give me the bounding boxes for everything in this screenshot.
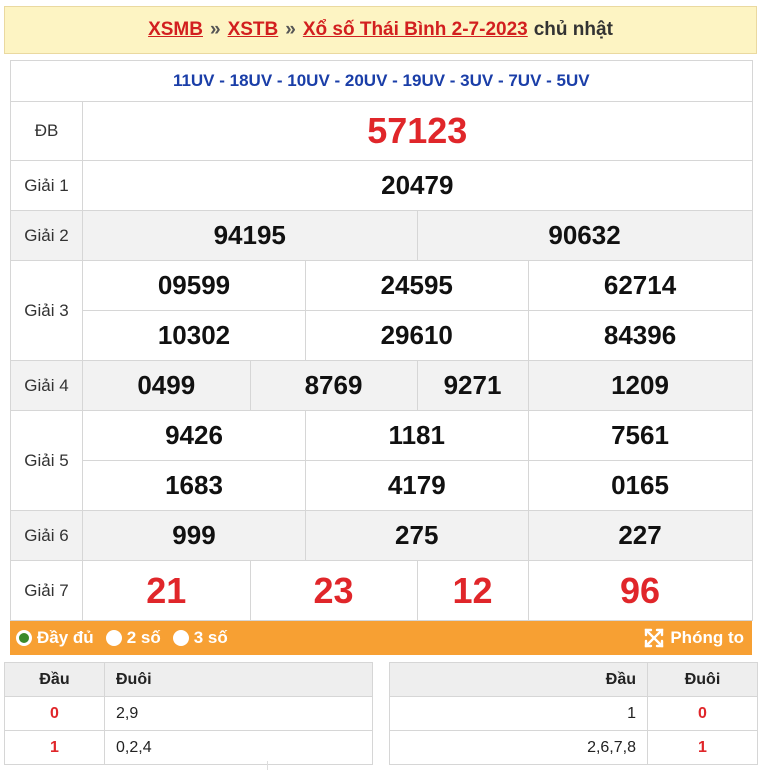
prize-number: 23	[249, 560, 418, 621]
column-header-dau: Đầu	[389, 662, 648, 697]
prize-number: 10302	[82, 310, 306, 361]
loto-head-table: Đầu Đuôi 0 2,9 1 0,2,4	[4, 662, 373, 765]
prize-label-db: ĐB	[10, 101, 83, 161]
radio-selected-icon[interactable]	[16, 630, 32, 646]
prize-label-g6: Giải 6	[10, 510, 83, 561]
prize-label-g5: Giải 5	[10, 410, 83, 511]
page-title-link[interactable]: Xổ số Thái Bình 2-7-2023	[303, 19, 528, 41]
prize-label-g2: Giải 2	[10, 210, 83, 261]
loto-dau-value: 1	[4, 730, 105, 765]
prize-label-g4: Giải 4	[10, 360, 83, 411]
breadcrumb-separator: »	[209, 19, 221, 40]
special-prize-number: 57123	[82, 101, 753, 161]
loto-dau-value: 2,6,7,8	[389, 730, 648, 765]
prize-label-g1: Giải 1	[10, 160, 83, 211]
prize-number: 9426	[82, 410, 306, 461]
prize-number: 999	[82, 510, 306, 561]
radio-icon[interactable]	[172, 630, 189, 646]
prize-number: 1181	[305, 410, 529, 461]
prize-number: 1209	[527, 360, 753, 411]
column-header-duoi: Đuôi	[647, 662, 758, 697]
zoom-label: Phóng to	[670, 628, 744, 647]
prize-label-g7: Giải 7	[10, 560, 83, 621]
divider	[267, 761, 268, 770]
expand-icon	[645, 628, 664, 648]
page-header: XSMB » XSTB » Xổ số Thái Bình 2-7-2023 c…	[4, 6, 757, 54]
prize-number: 0499	[82, 360, 251, 411]
prize-number: 20479	[82, 160, 753, 211]
loto-duoi-value: 2,9	[104, 696, 373, 731]
prize-number: 94195	[82, 210, 418, 261]
result-table: 11UV - 18UV - 10UV - 20UV - 19UV - 3UV -…	[10, 60, 753, 621]
prize-number: 29610	[305, 310, 529, 361]
display-options-bar: Đầy đủ 2 số 3 số Phóng to	[10, 621, 752, 655]
prize-codes: 11UV - 18UV - 10UV - 20UV - 19UV - 3UV -…	[10, 60, 753, 102]
breadcrumb-separator: »	[285, 19, 296, 40]
prize-number: 4179	[305, 460, 529, 511]
prize-number: 62714	[527, 260, 753, 311]
option-full-label: Đầy đủ	[37, 628, 94, 647]
column-header-duoi: Đuôi	[104, 662, 373, 697]
option-full[interactable]: Đầy đủ	[16, 628, 94, 648]
prize-number: 09599	[82, 260, 306, 311]
prize-number: 7561	[527, 410, 753, 461]
prize-number: 227	[527, 510, 753, 561]
loto-duoi-value: 0	[647, 696, 758, 731]
prize-number: 90632	[416, 210, 753, 261]
option-two-label: 2 số	[126, 628, 161, 647]
day-of-week: chủ nhật	[533, 19, 613, 40]
prize-number: 8769	[249, 360, 418, 411]
prize-number: 21	[82, 560, 251, 621]
radio-icon[interactable]	[105, 630, 122, 646]
prize-number: 24595	[305, 260, 529, 311]
prize-number: 0165	[527, 460, 753, 511]
prize-label-g3: Giải 3	[10, 260, 83, 361]
loto-tail-table: Đầu Đuôi 1 0 2,6,7,8 1	[389, 662, 758, 765]
breadcrumb-xstb-link[interactable]: XSTB	[228, 19, 279, 41]
prize-number: 9271	[416, 360, 529, 411]
option-three-digits[interactable]: 3 số	[172, 628, 228, 648]
loto-dau-value: 1	[389, 696, 648, 731]
loto-duoi-value: 1	[647, 730, 758, 765]
option-two-digits[interactable]: 2 số	[105, 628, 161, 648]
prize-number: 96	[527, 560, 753, 621]
prize-number: 1683	[82, 460, 306, 511]
zoom-button[interactable]: Phóng to	[644, 628, 744, 648]
breadcrumb-xsmb-link[interactable]: XSMB	[148, 19, 203, 41]
prize-number: 84396	[527, 310, 753, 361]
prize-number: 12	[416, 560, 529, 621]
prize-number: 275	[305, 510, 529, 561]
column-header-dau: Đầu	[4, 662, 105, 697]
loto-duoi-value: 0,2,4	[104, 730, 373, 765]
loto-dau-value: 0	[4, 696, 105, 731]
option-three-label: 3 số	[193, 628, 228, 647]
